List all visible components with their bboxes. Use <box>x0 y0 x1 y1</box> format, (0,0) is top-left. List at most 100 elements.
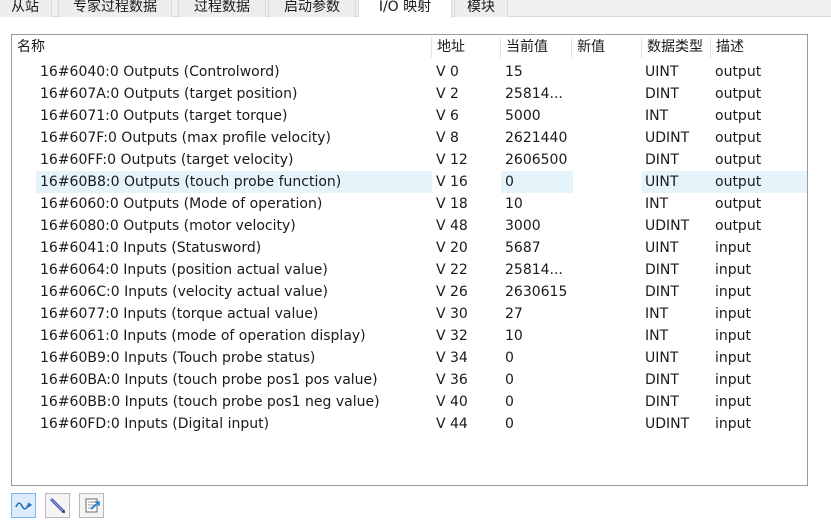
cell-description: output <box>715 174 762 190</box>
cell-new-value[interactable] <box>576 193 640 215</box>
column-header-name[interactable]: 名称 <box>12 35 431 60</box>
cell-description: input <box>715 328 752 344</box>
cell-name: 16#60BA:0 Inputs (touch probe pos1 pos v… <box>40 372 378 388</box>
cell-data-type: UDINT <box>645 416 690 432</box>
cell-description: input <box>715 350 752 366</box>
tab-modules[interactable]: 模块 <box>454 0 508 17</box>
export-document-icon <box>85 498 100 513</box>
cell-current-value: 5000 <box>505 108 541 124</box>
column-header-data-type[interactable]: 数据类型 <box>642 35 710 60</box>
edit-button[interactable] <box>45 493 70 518</box>
table-row[interactable]: 16#6077:0 Inputs (torque actual value) V … <box>12 303 807 325</box>
cell-address: V 44 <box>436 416 468 432</box>
cell-description: input <box>715 306 752 322</box>
cell-current-value: 10 <box>505 196 523 212</box>
table-row[interactable]: 16#60FD:0 Inputs (Digital input) V 44 0 UDI… <box>12 413 807 435</box>
cell-current-value: 25814... <box>505 86 563 102</box>
cell-new-value[interactable] <box>576 149 640 171</box>
cell-description: output <box>715 64 762 80</box>
cell-current-value: 5687 <box>505 240 541 256</box>
cell-address: V 22 <box>436 262 468 278</box>
cell-name: 16#6080:0 Outputs (motor velocity) <box>40 218 296 234</box>
cell-new-value[interactable] <box>576 127 640 149</box>
cell-name: 16#6060:0 Outputs (Mode of operation) <box>40 196 323 212</box>
cell-name: 16#60BB:0 Inputs (touch probe pos1 neg v… <box>40 394 380 410</box>
cell-current-value: 10 <box>505 328 523 344</box>
cell-name: 16#60FD:0 Inputs (Digital input) <box>40 416 270 432</box>
table-row[interactable]: 16#60B8:0 Outputs (touch probe function)… <box>12 171 807 193</box>
cell-description: output <box>715 218 762 234</box>
cell-data-type: DINT <box>645 372 679 388</box>
cell-new-value[interactable] <box>576 391 640 413</box>
cell-address: V 30 <box>436 306 468 322</box>
cell-new-value[interactable] <box>576 105 640 127</box>
cell-name: 16#60B9:0 Inputs (Touch probe status) <box>40 350 316 366</box>
cell-name: 16#6041:0 Inputs (Statusword) <box>40 240 262 256</box>
cell-name: 16#60B8:0 Outputs (touch probe function) <box>40 174 342 190</box>
table-row[interactable]: 16#6061:0 Inputs (mode of operation disp… <box>12 325 807 347</box>
cell-current-value: 0 <box>505 416 514 432</box>
cell-data-type: DINT <box>645 262 679 278</box>
cell-name: 16#6077:0 Inputs (torque actual value) <box>40 306 319 322</box>
cell-current-value: 2606500 <box>505 152 568 168</box>
cell-address: V 20 <box>436 240 468 256</box>
cell-new-value[interactable] <box>576 303 640 325</box>
cell-new-value[interactable] <box>576 347 640 369</box>
table-row[interactable]: 16#6040:0 Outputs (Controlword) V 0 15 UINT… <box>12 61 807 83</box>
cell-name: 16#6061:0 Inputs (mode of operation disp… <box>40 328 366 344</box>
cell-new-value[interactable] <box>576 171 640 193</box>
cell-data-type: UINT <box>645 350 679 366</box>
cell-description: input <box>715 262 752 278</box>
table-row[interactable]: 16#6064:0 Inputs (position actual value)… <box>12 259 807 281</box>
tab-process-data[interactable]: 过程数据 <box>178 0 266 17</box>
column-header-description[interactable]: 描述 <box>711 35 807 60</box>
cell-name: 16#60FF:0 Outputs (target velocity) <box>40 152 294 168</box>
table-row[interactable]: 16#6041:0 Inputs (Statusword) V 20 5687 UIN… <box>12 237 807 259</box>
cell-data-type: UDINT <box>645 218 690 234</box>
cell-data-type: UINT <box>645 64 679 80</box>
cell-current-value: 2621440 <box>505 130 568 146</box>
cell-new-value[interactable] <box>576 325 640 347</box>
cell-new-value[interactable] <box>576 259 640 281</box>
table-row[interactable]: 16#60BB:0 Inputs (touch probe pos1 neg v… <box>12 391 807 413</box>
export-button[interactable] <box>79 493 104 518</box>
table-row[interactable]: 16#6071:0 Outputs (target torque) V 6 5000… <box>12 105 807 127</box>
table-row[interactable]: 16#607F:0 Outputs (max profile velocity)… <box>12 127 807 149</box>
cell-data-type: INT <box>645 196 669 212</box>
tab-slave[interactable]: 从站 <box>0 0 52 17</box>
table-row[interactable]: 16#60FF:0 Outputs (target velocity) V 12 2… <box>12 149 807 171</box>
table-row[interactable]: 16#607A:0 Outputs (target position) V 2 25… <box>12 83 807 105</box>
table-row[interactable]: 16#60BA:0 Inputs (touch probe pos1 pos v… <box>12 369 807 391</box>
cell-address: V 32 <box>436 328 468 344</box>
table-row[interactable]: 16#6080:0 Outputs (motor velocity) V 48 30… <box>12 215 807 237</box>
cell-new-value[interactable] <box>576 237 640 259</box>
cell-new-value[interactable] <box>576 61 640 83</box>
table-row[interactable]: 16#606C:0 Inputs (velocity actual value)… <box>12 281 807 303</box>
cell-address: V 0 <box>436 64 459 80</box>
cell-new-value[interactable] <box>576 369 640 391</box>
table-row[interactable]: 16#6060:0 Outputs (Mode of operation) V 1… <box>12 193 807 215</box>
column-header-new-value[interactable]: 新值 <box>572 35 641 60</box>
cell-address: V 2 <box>436 86 459 102</box>
column-header-address[interactable]: 地址 <box>432 35 500 60</box>
signal-view-button[interactable] <box>11 493 36 518</box>
cell-new-value[interactable] <box>576 281 640 303</box>
cell-address: V 8 <box>436 130 459 146</box>
cell-new-value[interactable] <box>576 83 640 105</box>
cell-current-value: 0 <box>505 372 514 388</box>
cell-new-value[interactable] <box>576 215 640 237</box>
column-header-current-value[interactable]: 当前值 <box>501 35 571 60</box>
cell-data-type: INT <box>645 108 669 124</box>
tab-io-mapping[interactable]: I/O 映射 <box>358 0 452 18</box>
table-header: 名称 地址 当前值 新值 数据类型 描述 <box>12 35 807 60</box>
cell-address: V 16 <box>436 174 468 190</box>
cell-address: V 18 <box>436 196 468 212</box>
table-row[interactable]: 16#60B9:0 Inputs (Touch probe status) V 3… <box>12 347 807 369</box>
cell-description: input <box>715 394 752 410</box>
cell-new-value[interactable] <box>576 413 640 435</box>
cell-current-value: 0 <box>505 350 514 366</box>
cell-description: output <box>715 130 762 146</box>
tab-startup-parameters[interactable]: 启动参数 <box>268 0 356 17</box>
wave-signal-icon <box>15 502 33 510</box>
tab-expert-process-data[interactable]: 专家过程数据 <box>58 0 172 17</box>
